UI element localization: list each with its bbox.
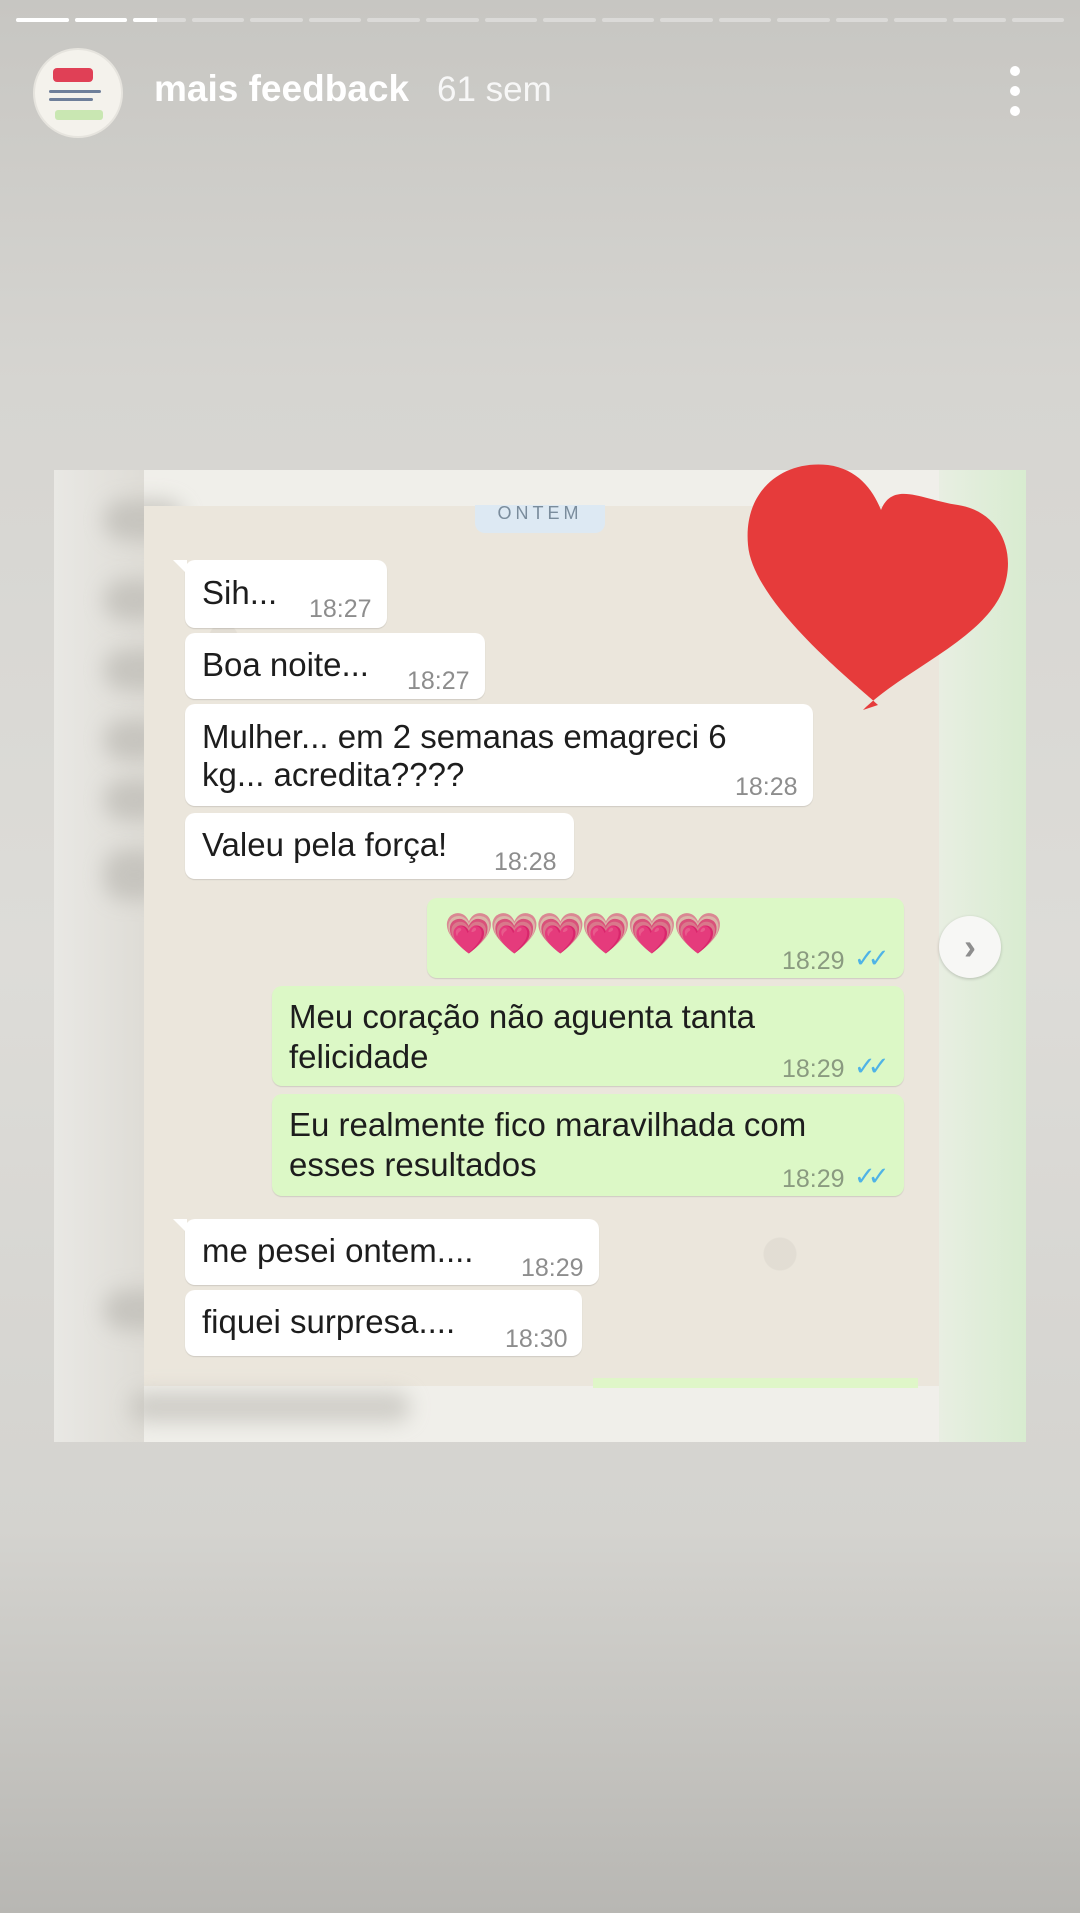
progress-segment <box>133 18 186 22</box>
message-bubble[interactable]: Eu realmente fico maravilhada com esses … <box>272 1094 904 1196</box>
progress-segment <box>894 18 947 22</box>
message-text: Valeu pela força! <box>202 826 448 863</box>
story-progress-bar <box>16 18 1065 23</box>
message-text: fiquei surpresa.... <box>202 1303 456 1340</box>
progress-segment <box>484 18 538 22</box>
double-check-icon: ✓✓ <box>854 1051 889 1081</box>
blurred-bottom-area <box>130 1392 410 1422</box>
message-text-line2: kg... acredita???? <box>202 756 465 793</box>
progress-segment <box>16 18 69 22</box>
progress-segment <box>777 18 830 22</box>
message-bubble[interactable]: me pesei ontem.... 18:29 <box>173 1219 599 1285</box>
account-avatar[interactable] <box>33 48 123 138</box>
progress-segment <box>835 18 889 22</box>
progress-segment <box>1011 18 1065 22</box>
message-time: 18:27 <box>407 667 470 695</box>
progress-segment <box>953 18 1006 22</box>
message-time: 18:28 <box>494 848 557 876</box>
message-text-line1: Eu realmente fico maravilhada com <box>289 1106 807 1143</box>
account-name[interactable]: mais feedback <box>154 68 409 110</box>
message-time: 18:27 <box>309 595 372 623</box>
message-bubble[interactable]: Sih... 18:27 <box>173 560 387 628</box>
chevron-right-icon[interactable]: › <box>939 916 1001 978</box>
message-bubble[interactable]: Valeu pela força! 18:28 <box>185 813 574 879</box>
message-text-line2: felicidade <box>289 1038 429 1075</box>
message-bubble[interactable]: 💗💗💗💗💗💗 18:29 ✓✓ <box>427 898 904 978</box>
message-time: 18:29 <box>782 1055 845 1083</box>
message-emoji: 💗💗💗💗💗💗 <box>444 912 723 956</box>
message-time: 18:29 <box>521 1254 584 1282</box>
heart-shape <box>747 464 1008 710</box>
message-text-line2: esses resultados <box>289 1146 537 1183</box>
progress-segment <box>191 18 245 22</box>
message-bubble[interactable]: fiquei surpresa.... 18:30 <box>185 1290 582 1356</box>
story-time-ago: 61 sem <box>437 70 552 109</box>
message-text: me pesei ontem.... <box>202 1232 474 1269</box>
progress-segment <box>718 18 772 22</box>
message-text: Boa noite... <box>202 646 369 683</box>
partial-bubble <box>593 1378 918 1388</box>
message-time: 18:29 <box>782 1165 845 1193</box>
message-time: 18:28 <box>735 773 798 801</box>
progress-segment <box>74 18 128 22</box>
progress-segment <box>367 18 420 22</box>
progress-segment <box>660 18 713 22</box>
date-chip: ONTEM <box>475 505 605 533</box>
message-time: 18:29 <box>782 947 845 975</box>
message-bubble[interactable]: Mulher... em 2 semanas emagreci 6 kg... … <box>185 704 813 806</box>
double-check-icon: ✓✓ <box>854 1161 889 1191</box>
progress-segment <box>308 18 362 22</box>
message-text: Sih... <box>202 574 278 611</box>
progress-segment <box>543 18 596 22</box>
more-vertical-icon[interactable] <box>1000 66 1030 116</box>
message-text-line1: Mulher... em 2 semanas emagreci 6 <box>202 718 727 755</box>
progress-segment <box>250 18 303 22</box>
message-bubble[interactable]: Meu coração não aguenta tanta felicidade… <box>272 986 904 1086</box>
message-time: 18:30 <box>505 1325 568 1353</box>
double-check-icon: ✓✓ <box>854 943 889 973</box>
red-heart-icon <box>747 464 1008 710</box>
progress-segment <box>601 18 655 22</box>
message-bubble[interactable]: Boa noite... 18:27 <box>185 633 485 699</box>
progress-segment <box>425 18 479 22</box>
message-text-line1: Meu coração não aguenta tanta <box>289 998 756 1035</box>
blurred-left-area <box>54 470 184 1442</box>
